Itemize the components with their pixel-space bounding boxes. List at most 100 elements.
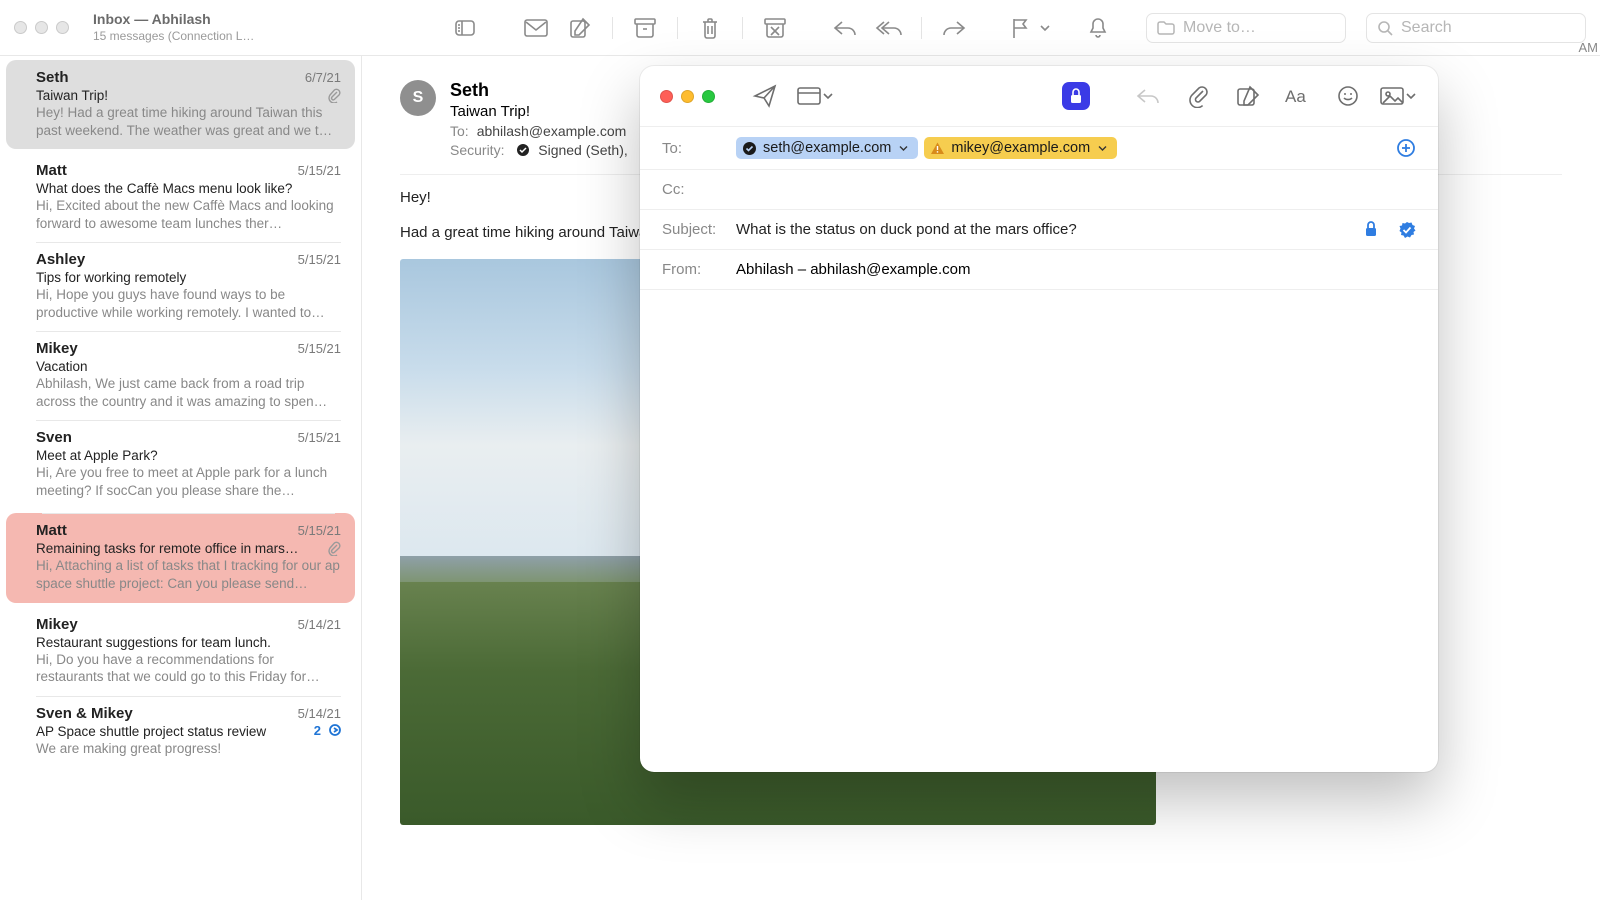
markup-button[interactable] (1228, 78, 1268, 114)
compose-from-row[interactable]: From: Abhilash – abhilash@example.com (640, 250, 1438, 290)
sidebar-toggle-button[interactable] (450, 13, 480, 43)
paperclip-icon (1188, 84, 1208, 108)
message-list-item[interactable]: Mikey5/15/21VacationAbhilash, We just ca… (0, 331, 361, 420)
add-recipient-button[interactable] (1396, 138, 1416, 158)
message-preview: Abhilash, We just came back from a road … (36, 375, 341, 410)
move-to-dropdown[interactable]: Move to… (1146, 13, 1346, 43)
move-to-label: Move to… (1183, 19, 1256, 37)
compose-window: Aa To: seth@example.commikey@example.com… (640, 66, 1438, 772)
message-subject: Meet at Apple Park? (36, 448, 158, 463)
window-traffic-lights (14, 21, 69, 34)
message-from: Sven & Mikey (36, 705, 133, 722)
forward-icon (942, 19, 966, 37)
trash-icon (700, 17, 720, 39)
compose-reply-button[interactable] (1128, 78, 1168, 114)
message-date: 5/15/21 (298, 341, 341, 356)
get-mail-button[interactable] (518, 12, 554, 44)
search-placeholder: Search (1401, 19, 1452, 37)
forward-button[interactable] (936, 12, 972, 44)
message-date: 5/15/21 (298, 430, 341, 445)
paperclip-icon (327, 540, 341, 556)
archive-icon (634, 18, 656, 38)
markup-icon (1236, 85, 1260, 107)
message-list-item[interactable]: Mikey5/14/21Restaurant suggestions for t… (0, 607, 361, 696)
svg-text:Aa: Aa (1285, 87, 1306, 106)
folder-icon (1157, 21, 1175, 35)
send-button[interactable] (745, 78, 785, 114)
message-preview: Hi, Attaching a list of tasks that I tra… (36, 557, 341, 592)
chevron-down-icon (1406, 92, 1416, 100)
header-fields-button[interactable] (795, 78, 835, 114)
junk-button[interactable] (757, 12, 793, 44)
thread-count: 2 (314, 723, 321, 738)
notifications-button[interactable] (1080, 12, 1116, 44)
compose-close-button[interactable] (660, 90, 673, 103)
subject-encryption-icon[interactable] (1364, 221, 1378, 239)
close-window-button[interactable] (14, 21, 27, 34)
window-subtitle: 15 messages (Connection L… (93, 29, 313, 44)
attach-button[interactable] (1178, 78, 1218, 114)
message-list-item[interactable]: Matt5/15/21Remaining tasks for remote of… (6, 513, 355, 602)
message-date: 5/14/21 (298, 706, 341, 721)
avatar: S (400, 80, 436, 116)
message-list-item[interactable]: Ashley5/15/21Tips for working remotelyHi… (0, 242, 361, 331)
message-date: 5/15/21 (298, 163, 341, 178)
sidebar-icon (455, 20, 475, 36)
compose-subject-row[interactable]: Subject: (640, 210, 1438, 250)
insert-photo-button[interactable] (1378, 78, 1418, 114)
bell-icon (1088, 17, 1108, 39)
chevron-down-icon[interactable] (1040, 24, 1050, 32)
reply-all-button[interactable] (871, 12, 907, 44)
emoji-button[interactable] (1328, 78, 1368, 114)
message-date: 6/7/21 (305, 70, 341, 85)
compose-minimize-button[interactable] (681, 90, 694, 103)
message-preview: Hi, Do you have a recommendations for re… (36, 651, 341, 686)
message-subject: What does the Caffè Macs menu look like? (36, 181, 292, 196)
message-subject: AP Space shuttle project status review (36, 724, 266, 739)
photo-icon (1380, 87, 1404, 105)
compose-body[interactable] (640, 290, 1438, 772)
lock-icon (1364, 221, 1378, 237)
recipient-pill[interactable]: seth@example.com (736, 137, 918, 159)
compose-cc-row[interactable]: Cc: (640, 170, 1438, 210)
reply-all-icon (875, 19, 903, 37)
encryption-button[interactable] (1062, 82, 1090, 110)
minimize-window-button[interactable] (35, 21, 48, 34)
reply-button[interactable] (827, 12, 863, 44)
compose-button[interactable] (562, 12, 598, 44)
message-list[interactable]: Seth6/7/21Taiwan Trip!Hey! Had a great t… (0, 56, 362, 900)
subject-signed-icon[interactable] (1398, 221, 1416, 239)
message-subject: Restaurant suggestions for team lunch. (36, 635, 271, 650)
flag-icon (1010, 17, 1030, 39)
delete-button[interactable] (692, 12, 728, 44)
message-from: Mikey (36, 340, 78, 357)
archive-button[interactable] (627, 12, 663, 44)
emoji-icon (1337, 85, 1359, 107)
chevron-down-icon (1098, 145, 1107, 152)
compose-maximize-button[interactable] (702, 90, 715, 103)
message-list-item[interactable]: Seth6/7/21Taiwan Trip!Hey! Had a great t… (6, 60, 355, 149)
chevron-down-icon (823, 92, 833, 100)
message-subject: Remaining tasks for remote office in mar… (36, 541, 298, 556)
message-from: Ashley (36, 251, 85, 268)
search-field[interactable]: Search (1366, 13, 1586, 43)
search-icon (1377, 20, 1393, 36)
message-date: 5/15/21 (298, 523, 341, 538)
compose-icon (569, 17, 591, 39)
recipient-pill[interactable]: mikey@example.com (924, 137, 1117, 159)
compose-to-row[interactable]: To: seth@example.commikey@example.com (640, 127, 1438, 170)
flag-button[interactable] (1002, 12, 1038, 44)
message-subject: Tips for working remotely (36, 270, 186, 285)
message-from: Mikey (36, 616, 78, 633)
message-list-item[interactable]: Sven & Mikey 5/14/21 AP Space shuttle proj… (0, 696, 361, 768)
maximize-window-button[interactable] (56, 21, 69, 34)
format-button[interactable]: Aa (1278, 78, 1318, 114)
recipient-email: mikey@example.com (951, 140, 1090, 156)
message-list-item[interactable]: Matt5/15/21What does the Caffè Macs menu… (0, 153, 361, 242)
message-from: Sven (36, 429, 72, 446)
subject-input[interactable] (736, 221, 1352, 238)
message-subject: Taiwan Trip! (36, 88, 108, 103)
edge-clock-text: AM (1579, 40, 1599, 55)
from-value: Abhilash – abhilash@example.com (736, 261, 971, 278)
message-list-item[interactable]: Sven5/15/21Meet at Apple Park?Hi, Are yo… (0, 420, 361, 509)
